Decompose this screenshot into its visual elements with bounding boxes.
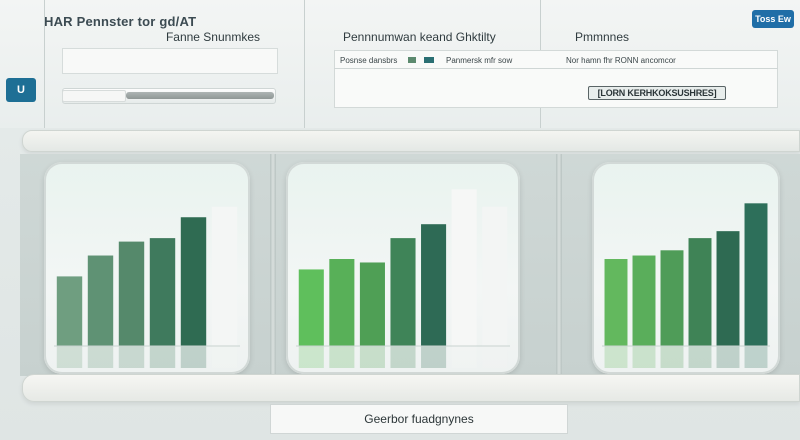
chart-bar-reflection (329, 346, 355, 368)
filter-divider (334, 68, 778, 69)
left-input-box[interactable] (62, 48, 278, 74)
chart-bar (716, 231, 740, 346)
chart-bar-reflection (298, 346, 324, 368)
chart-bar (744, 203, 768, 346)
legend-swatch-1 (408, 57, 416, 63)
top-right-button[interactable]: Toss Ew (752, 10, 794, 28)
chart-card-2 (286, 162, 520, 374)
chart-bar-reflection (744, 346, 768, 368)
chart-bar (660, 250, 684, 346)
chart-bar (149, 238, 176, 346)
legend-swatch-2 (424, 57, 434, 63)
chart-bar-reflection (390, 346, 416, 368)
footer-rail (22, 374, 800, 402)
footer-button[interactable]: Geerbor fuadgnynes (270, 404, 568, 434)
side-tab[interactable]: U (6, 78, 36, 102)
status-badge[interactable]: [LORN KERHKOKSUSHRES] (588, 86, 726, 100)
chart-bar-reflection (149, 346, 176, 368)
filter-label-2: Panmersk mfr sow (446, 56, 513, 65)
chart-bar (56, 276, 83, 346)
header-rail (22, 130, 800, 152)
top-right-button-label: Toss Ew (755, 14, 791, 24)
chart-bar-reflection (604, 346, 628, 368)
panel-left-heading: Fanne Snunmkes (165, 30, 260, 44)
chart-bar-reflection (211, 346, 238, 368)
bar-chart-1 (54, 206, 240, 368)
chart-bar-reflection (118, 346, 145, 368)
chart-bar-reflection (87, 346, 114, 368)
chart-bar (329, 259, 355, 346)
bar-chart-2 (296, 189, 510, 368)
panel-mid-heading: Pennnumwan keand Ghktilty (343, 30, 496, 44)
chart-bar-reflection (660, 346, 684, 368)
chart-bar-reflection (56, 346, 83, 368)
chart-bar-reflection (482, 346, 508, 368)
chart-bar (688, 238, 712, 346)
chart-bar-reflection (632, 346, 656, 368)
chart-bar-reflection (451, 346, 477, 368)
chart-card-3 (592, 162, 780, 374)
chart-bar-reflection (688, 346, 712, 368)
chart-bar (298, 269, 324, 346)
panel-right-heading: Pmmnnes (575, 30, 630, 44)
chart-bar (118, 241, 145, 346)
chart-bar-reflection (180, 346, 207, 368)
chart-bar (604, 259, 628, 346)
bar-chart-3 (602, 203, 770, 368)
filter-label-3: Nor hamn fhr RONN ancomcor (566, 56, 676, 65)
filter-label-1: Posnse dansbrs (340, 56, 398, 65)
side-tab-label: U (17, 84, 25, 96)
chart-bar-reflection (716, 346, 740, 368)
chart-card-1 (44, 162, 250, 374)
chart-bar (632, 255, 656, 346)
chart-bar-reflection (421, 346, 447, 368)
card-divider (270, 154, 276, 376)
chart-bar-reflection (359, 346, 385, 368)
scrollbar-handle[interactable] (62, 90, 126, 102)
chart-bar (211, 206, 238, 346)
scrollbar-thumb[interactable] (126, 92, 274, 99)
card-divider (556, 154, 562, 376)
chart-bar (451, 189, 477, 346)
chart-bar (359, 262, 385, 346)
chart-bar (421, 224, 447, 346)
chart-bar (180, 217, 207, 346)
chart-bar (482, 206, 508, 346)
footer-label: Geerbor fuadgnynes (364, 412, 474, 426)
chart-bar (87, 255, 114, 346)
chart-bar (390, 238, 416, 346)
